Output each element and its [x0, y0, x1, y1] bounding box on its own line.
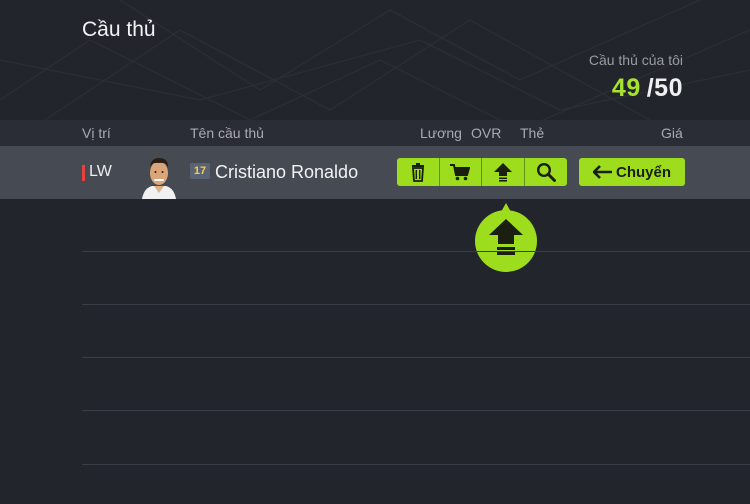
player-action-group	[397, 158, 567, 186]
transfer-label: Chuyển	[615, 163, 671, 181]
sell-button[interactable]	[439, 158, 482, 186]
arrow-left-icon	[592, 165, 612, 179]
player-position: LW	[89, 163, 112, 180]
player-name[interactable]: Cristiano Ronaldo	[215, 162, 358, 183]
my-players-label: Cầu thủ của tôi	[588, 52, 683, 68]
player-count: 49/50	[589, 74, 683, 103]
upgrade-button[interactable]	[482, 158, 525, 186]
row-divider	[82, 304, 750, 305]
transfer-button[interactable]: Chuyển	[579, 158, 685, 186]
column-position[interactable]: Vị trí	[82, 125, 111, 141]
row-divider	[82, 357, 750, 358]
player-count-current: 49	[611, 74, 641, 102]
delete-button[interactable]	[397, 158, 440, 186]
table-row[interactable]: LW 17 Cristiano Ronaldo Chuyển	[0, 146, 750, 199]
column-card[interactable]: Thẻ	[520, 125, 544, 141]
season-badge: 17	[190, 163, 210, 179]
position-marker	[82, 165, 85, 181]
upgrade-tooltip	[475, 203, 537, 272]
row-divider	[82, 251, 750, 252]
table-header: Vị trí Tên cầu thủ Lương OVR Thẻ Giá	[0, 120, 750, 146]
player-count-max: /50	[646, 74, 683, 102]
column-name[interactable]: Tên cầu thủ	[190, 125, 264, 141]
page-title: Cầu thủ	[82, 18, 156, 41]
row-divider	[82, 410, 750, 411]
search-button[interactable]	[524, 158, 567, 186]
player-avatar	[140, 152, 178, 199]
search-icon	[536, 162, 556, 182]
column-salary[interactable]: Lương	[420, 125, 462, 141]
cart-icon	[450, 164, 471, 181]
upgrade-arrow-icon	[493, 163, 512, 182]
trash-icon	[411, 163, 424, 182]
row-divider	[82, 464, 750, 465]
column-price[interactable]: Giá	[661, 125, 683, 141]
my-players-count: Cầu thủ của tôi 49/50	[589, 52, 683, 103]
column-ovr[interactable]: OVR	[471, 125, 501, 141]
